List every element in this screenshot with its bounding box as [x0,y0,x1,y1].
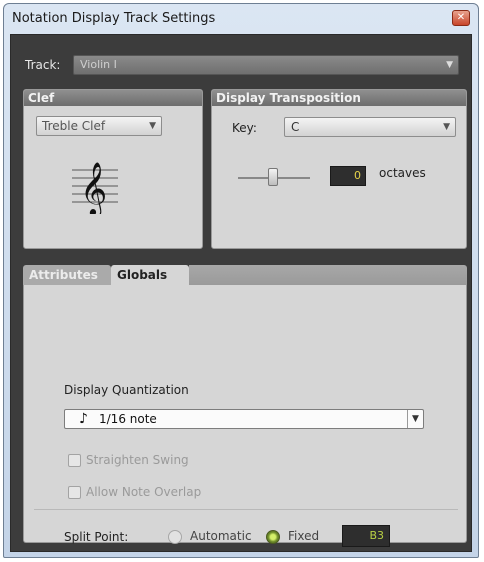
chevron-down-icon: ▼ [149,121,156,131]
straighten-swing-label: Straighten Swing [86,453,189,467]
clef-heading: Clef [24,90,202,106]
track-select[interactable]: Violin I ▼ [73,55,459,75]
track-label: Track: [25,58,61,72]
allow-note-overlap-label: Allow Note Overlap [86,485,202,499]
window-title: Notation Display Track Settings [12,11,216,26]
split-automatic-radio[interactable] [168,530,182,544]
divider [34,509,458,510]
clef-select[interactable]: Treble Clef ▼ [36,116,162,136]
track-value: Violin I [80,58,117,71]
chevron-down-icon[interactable]: ▼ [407,410,423,428]
straighten-swing-checkbox[interactable] [68,454,81,467]
octave-value-field[interactable]: 0 [330,166,366,186]
octaves-label: octaves [379,166,426,180]
display-quantization-value: 1/16 note [99,412,157,426]
chevron-down-icon: ▼ [443,122,450,132]
transposition-heading: Display Transposition [212,90,466,106]
svg-text:𝄞: 𝄞 [80,161,107,214]
close-button[interactable]: ✕ [452,10,470,26]
tab-globals[interactable]: Globals [111,265,189,285]
key-value: C [291,120,300,134]
tab-attributes[interactable]: Attributes [23,265,111,285]
split-fixed-label: Fixed [288,529,320,543]
split-point-label: Split Point: [64,530,129,544]
tab-strip [189,265,467,285]
display-quantization-select[interactable]: ♪ 1/16 note ▼ [64,409,424,429]
key-label: Key: [232,121,257,135]
octave-slider-thumb[interactable] [268,168,278,186]
treble-clef-icon: 𝄞 [72,161,118,214]
globals-tab-panel: Display Quantization ♪ 1/16 note ▼ Strai… [23,285,467,547]
split-fixed-radio[interactable] [266,530,280,544]
split-automatic-label: Automatic [190,529,252,543]
chevron-down-icon: ▼ [446,60,453,70]
dialog-body: Track: Violin I ▼ Clef Treble Clef ▼ 𝄞 D… [10,34,472,552]
tab-area: Attributes Globals Display Quantization … [23,265,467,547]
display-transposition-panel: Display Transposition Key: C ▼ 0 octaves [211,89,467,249]
split-point-value-field[interactable]: B3 [342,525,390,547]
settings-window: Notation Display Track Settings ✕ Track:… [3,3,479,558]
sixteenth-note-icon: ♪ [79,411,88,427]
close-icon: ✕ [456,12,466,23]
key-select[interactable]: C ▼ [284,117,456,137]
allow-note-overlap-checkbox[interactable] [68,486,81,499]
clef-value: Treble Clef [42,119,106,133]
clef-panel: Clef Treble Clef ▼ 𝄞 [23,89,203,249]
title-bar[interactable]: Notation Display Track Settings ✕ [4,4,478,32]
display-quantization-label: Display Quantization [64,383,189,397]
